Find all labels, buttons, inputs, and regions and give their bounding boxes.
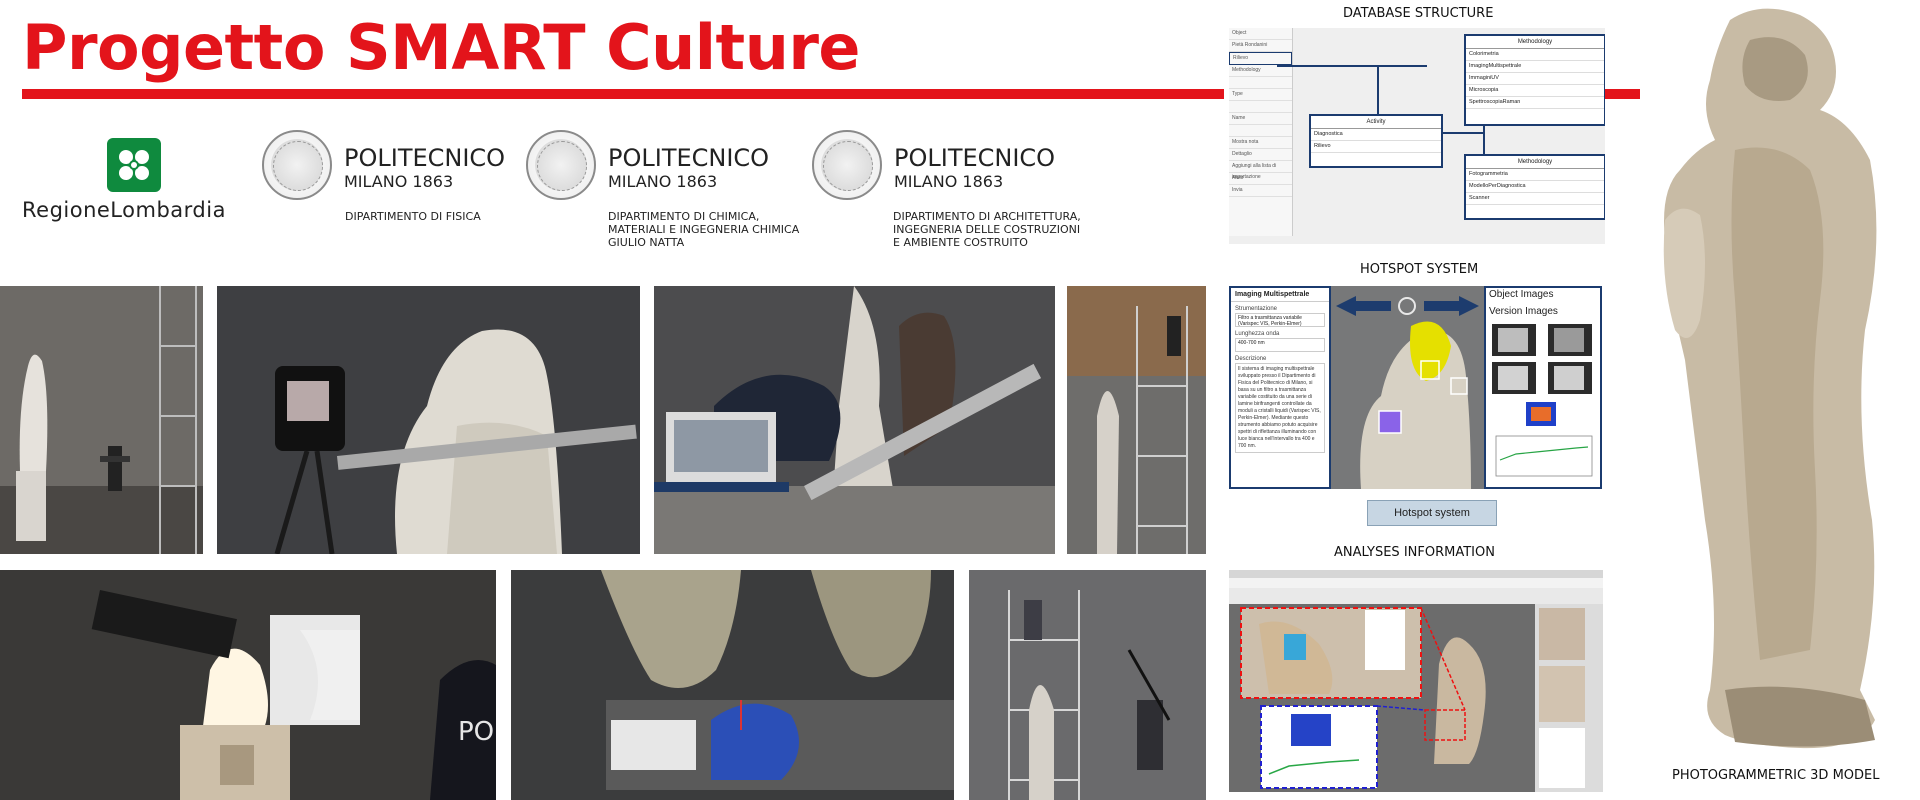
regione-lombardia-logo: RegioneLombardia: [22, 138, 252, 228]
db-box-item: Fotogrammetria: [1466, 169, 1604, 181]
region-name: RegioneLombardia: [22, 198, 226, 222]
db-sidebar-row: [1229, 101, 1292, 113]
politecnico-seal-icon: [526, 130, 596, 200]
photo-lighting-sculpture: PO: [0, 570, 496, 800]
db-box-item: ImmaginiUV: [1466, 73, 1604, 85]
hotspot-info-panel: Imaging Multispettrale Strumentazione Fi…: [1229, 286, 1331, 489]
db-sidebar-row: Pietà Rondanini: [1229, 40, 1292, 52]
analyses-information-panel: [1229, 570, 1603, 792]
field-value: 400-700 nm: [1235, 338, 1325, 352]
poster: Progetto SMART Culture RegioneLombardia …: [0, 0, 1920, 800]
db-sidebar-row: Aggiungi alla lista di importazione: [1229, 161, 1292, 180]
overlay-text: PO: [458, 717, 494, 747]
department-line: INGEGNERIA DELLE COSTRUZIONI: [893, 223, 1081, 236]
description-text: Il sistema di imaging multispettrale svi…: [1235, 363, 1325, 453]
politecnico-name: POLITECNICO: [608, 144, 770, 172]
politecnico-seal-icon: [262, 130, 332, 200]
field-value: Filtro a trasmittanza variabile (Varispe…: [1235, 313, 1325, 327]
department-line: MATERIALI E INGEGNERIA CHIMICA: [608, 223, 800, 236]
page-title: Progetto SMART Culture: [22, 11, 860, 84]
db-box-item: Rilievo: [1311, 141, 1441, 153]
db-box-title: Activity: [1311, 116, 1441, 129]
politecnico-name: POLITECNICO: [344, 144, 506, 172]
department-line: DIPARTIMENTO DI FISICA: [345, 210, 481, 223]
db-sidebar-row: [1229, 77, 1292, 89]
politecnico-subtitle: MILANO 1863: [894, 172, 1004, 191]
version-images-heading: Version Images: [1489, 306, 1558, 317]
department-line: DIPARTIMENTO DI ARCHITETTURA,: [893, 210, 1081, 223]
photo-scaffold-operator: [1067, 286, 1206, 554]
db-box-item: Scanner: [1466, 193, 1604, 205]
photo-statue-scaffold: [0, 286, 203, 554]
photo-team-laptop: [654, 286, 1055, 554]
db-sidebar-row: Name: [1229, 113, 1292, 125]
browser-tab-bar: [1229, 570, 1603, 578]
photo-scaffold-scan: [969, 570, 1206, 800]
hotspot-viewer: [1331, 286, 1484, 489]
field-label: Descrizione: [1235, 356, 1267, 362]
db-sidebar-row: Mostra nota: [1229, 137, 1292, 149]
title-underline: [22, 89, 1224, 99]
db-box-activity: Activity Diagnostica Rilievo: [1309, 114, 1443, 168]
db-connector: [1277, 65, 1427, 67]
db-box-methodology-2: Methodology Fotogrammetria ModelloPerDia…: [1464, 154, 1605, 220]
db-sidebar-row: [1229, 125, 1292, 137]
db-box-title: Methodology: [1466, 156, 1604, 169]
database-structure-panel: Object Pietà Rondanini Rilievo Methodolo…: [1229, 28, 1605, 244]
db-sidebar-row: Invia: [1229, 185, 1292, 197]
db-box-item: SpettroscopiaRaman: [1466, 97, 1604, 109]
politecnico-subtitle: MILANO 1863: [608, 172, 718, 191]
politecnico-subtitle: MILANO 1863: [344, 172, 454, 191]
db-connector: [1377, 65, 1379, 117]
photogrammetric-3d-model-label: PHOTOGRAMMETRIC 3D MODEL: [1672, 768, 1880, 783]
analyses-information-label: ANALYSES INFORMATION: [1334, 545, 1495, 560]
photogrammetric-3d-model-image: [1640, 0, 1920, 760]
object-images-heading: Object Images: [1489, 289, 1554, 300]
db-sidebar-row: Rilievo: [1229, 52, 1292, 65]
department-name: DIPARTIMENTO DI FISICA: [345, 210, 481, 223]
photo-camera-statue: [217, 286, 640, 554]
department-name: DIPARTIMENTO DI CHIMICA, MATERIALI E ING…: [608, 210, 799, 249]
viewer-toolbar: [1229, 588, 1603, 605]
hotspot-system-panel: Imaging Multispettrale Strumentazione Fi…: [1229, 286, 1605, 528]
db-sidebar-row: Type: [1229, 89, 1292, 101]
db-sidebar-row: Dettaglio: [1229, 149, 1292, 161]
field-label: Strumentazione: [1235, 306, 1278, 312]
db-box-methodology: Methodology Colorimetria ImagingMultispe…: [1464, 34, 1605, 126]
db-sidebar-row: Object: [1229, 28, 1292, 40]
hotspot-info-title: Imaging Multispettrale: [1231, 288, 1329, 302]
db-box-item: Colorimetria: [1466, 49, 1604, 61]
database-structure-label: DATABASE STRUCTURE: [1343, 6, 1494, 21]
db-box-item: ModelloPerDiagnostica: [1466, 181, 1604, 193]
department-line: E AMBIENTE COSTRUITO: [893, 236, 1028, 249]
department-name: DIPARTIMENTO DI ARCHITETTURA, INGEGNERIA…: [893, 210, 1081, 249]
db-connector: [1443, 132, 1483, 134]
hotspot-images-panel: Object Images Version Images: [1484, 286, 1602, 489]
db-sidebar: Object Pietà Rondanini Rilievo Methodolo…: [1229, 28, 1293, 236]
hotspot-system-button[interactable]: Hotspot system: [1367, 500, 1497, 526]
db-box-item: Microscopia: [1466, 85, 1604, 97]
db-box-title: Methodology: [1466, 36, 1604, 49]
db-box-item: ImagingMultispettrale: [1466, 61, 1604, 73]
department-line: GIULIO NATTA: [608, 236, 685, 249]
politecnico-name: POLITECNICO: [894, 144, 1056, 172]
lombardy-rose-icon: [107, 138, 161, 192]
db-box-item: Diagnostica: [1311, 129, 1441, 141]
department-line: DIPARTIMENTO DI CHIMICA,: [608, 210, 760, 223]
politecnico-seal-icon: [812, 130, 882, 200]
hotspot-system-label: HOTSPOT SYSTEM: [1360, 262, 1479, 277]
field-label: Lunghezza onda: [1235, 331, 1280, 337]
photo-3d-model-screen: [511, 570, 954, 800]
